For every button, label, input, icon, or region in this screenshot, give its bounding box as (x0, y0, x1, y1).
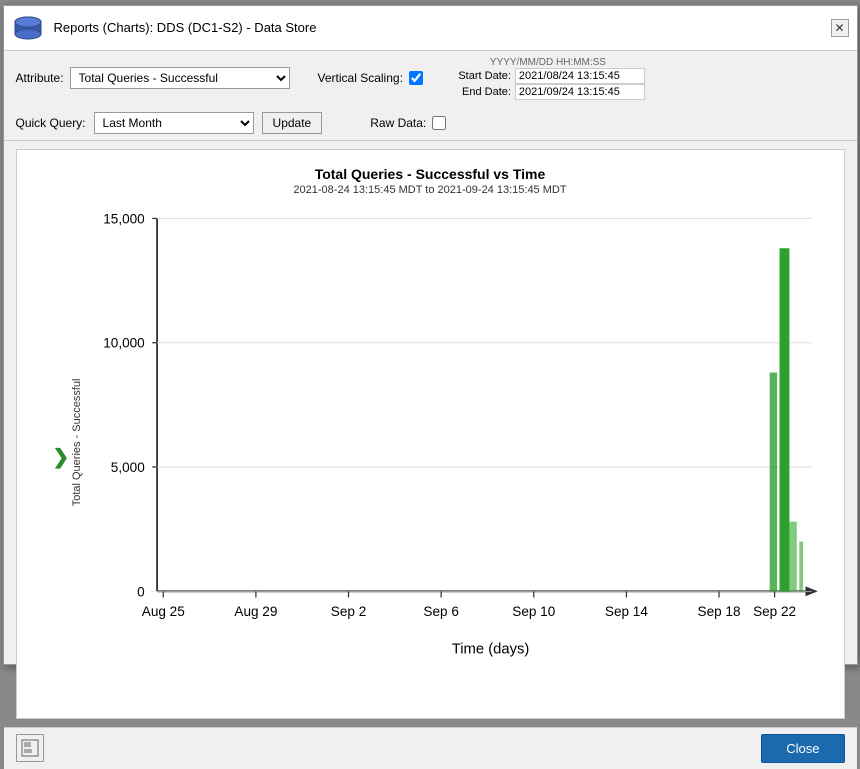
svg-text:Aug 29: Aug 29 (234, 604, 277, 619)
title-left: Reports (Charts): DDS (DC1-S2) - Data St… (12, 12, 317, 44)
end-date-row: End Date: (451, 84, 645, 100)
end-date-input[interactable] (515, 84, 645, 100)
svg-text:15,000: 15,000 (103, 211, 145, 226)
title-bar: Reports (Charts): DDS (DC1-S2) - Data St… (4, 6, 857, 51)
chart-container: ❯ Total Queries - Successful (17, 196, 844, 718)
quick-query-select[interactable]: Last Month (94, 112, 254, 134)
chart-title: Total Queries - Successful vs Time (315, 166, 546, 182)
start-date-input[interactable] (515, 68, 645, 84)
start-date-row: Start Date: (451, 68, 645, 84)
svg-text:Sep 18: Sep 18 (697, 604, 740, 619)
chart-svg-element: 0 5,000 10,000 15,000 Aug 25 (83, 206, 824, 678)
y-axis-label: Total Queries - Successful (67, 206, 83, 678)
end-date-label: End Date: (451, 86, 511, 98)
window-close-button[interactable]: ✕ (831, 19, 849, 37)
attribute-section: Attribute: Total Queries - Successful (16, 67, 290, 89)
svg-text:Sep 2: Sep 2 (330, 604, 365, 619)
svg-text:0: 0 (137, 584, 145, 599)
svg-text:10,000: 10,000 (103, 335, 145, 350)
chart-svg: 0 5,000 10,000 15,000 Aug 25 (83, 206, 824, 678)
footer: Close (4, 727, 857, 769)
vertical-scaling-label: Vertical Scaling: (318, 71, 403, 85)
svg-text:5,000: 5,000 (110, 459, 144, 474)
svg-text:Sep 22: Sep 22 (753, 604, 796, 619)
svg-text:Sep 14: Sep 14 (604, 604, 647, 619)
vertical-scaling-checkbox[interactable] (409, 71, 423, 85)
date-panel: YYYY/MM/DD HH:MM:SS Start Date: End Date… (451, 57, 645, 100)
date-format-hint: YYYY/MM/DD HH:MM:SS (451, 57, 645, 68)
svg-text:Sep 10: Sep 10 (512, 604, 555, 619)
svg-text:Time (days): Time (days) (451, 641, 529, 657)
export-icon (21, 739, 39, 757)
raw-data-section: Raw Data: (370, 116, 446, 130)
quick-query-label: Quick Query: (16, 116, 86, 130)
start-date-label: Start Date: (451, 70, 511, 82)
close-x-icon: ✕ (834, 21, 844, 35)
window-title: Reports (Charts): DDS (DC1-S2) - Data St… (54, 20, 317, 35)
vertical-scaling-section: Vertical Scaling: (318, 71, 423, 85)
chart-area: Total Queries - Successful vs Time 2021-… (16, 149, 845, 719)
toolbar: Attribute: Total Queries - Successful Ve… (4, 51, 857, 141)
main-window: Reports (Charts): DDS (DC1-S2) - Data St… (3, 5, 858, 665)
export-icon-button[interactable] (16, 734, 44, 762)
chart-subtitle: 2021-08-24 13:15:45 MDT to 2021-09-24 13… (293, 184, 566, 196)
update-button[interactable]: Update (262, 112, 323, 134)
app-icon (12, 12, 44, 44)
raw-data-checkbox[interactable] (432, 116, 446, 130)
raw-data-label: Raw Data: (370, 116, 426, 130)
svg-text:Aug 25: Aug 25 (141, 604, 184, 619)
svg-text:Sep 6: Sep 6 (423, 604, 458, 619)
attribute-label: Attribute: (16, 71, 64, 85)
close-button[interactable]: Close (761, 734, 844, 763)
quick-query-row: Quick Query: Last Month Update Raw Data: (16, 112, 845, 134)
attribute-select[interactable]: Total Queries - Successful (70, 67, 290, 89)
